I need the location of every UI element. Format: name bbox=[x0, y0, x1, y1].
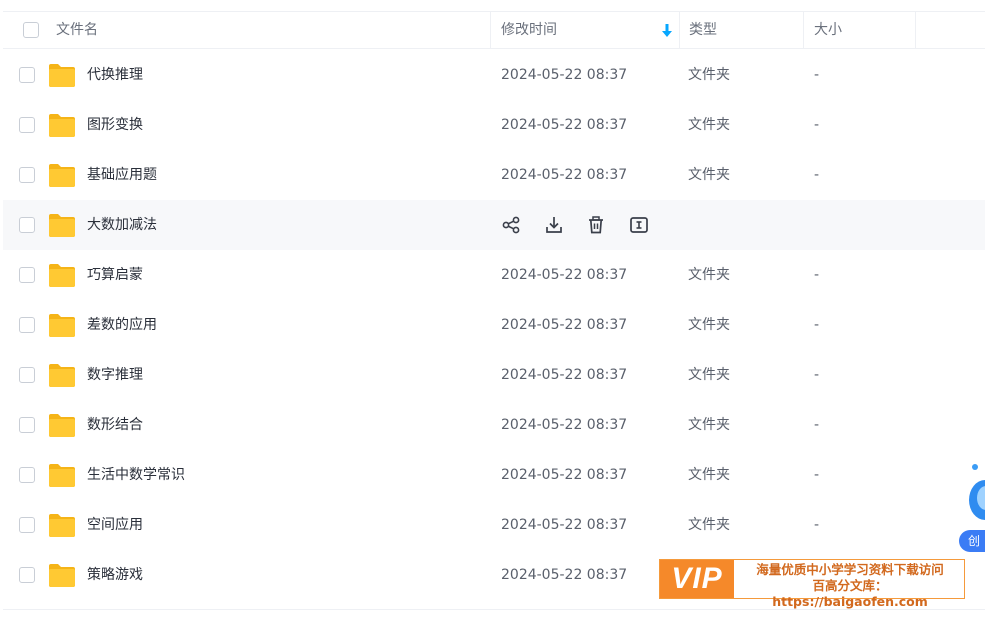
table-row[interactable]: 图形变换 2024-05-22 08:37 文件夹 - bbox=[3, 100, 985, 150]
table-row[interactable]: 代换推理 2024-05-22 08:37 文件夹 - bbox=[3, 50, 985, 100]
file-name[interactable]: 图形变换 bbox=[87, 100, 143, 150]
column-header-time-label: 修改时间 bbox=[501, 22, 557, 38]
column-header-name[interactable]: 文件名 bbox=[56, 12, 98, 49]
file-size: - bbox=[814, 367, 820, 383]
file-type: 文件夹 bbox=[688, 267, 730, 283]
modified-time: 2024-05-22 08:37 bbox=[501, 517, 628, 533]
file-type: 文件夹 bbox=[688, 417, 730, 433]
delete-icon[interactable] bbox=[586, 215, 606, 235]
row-checkbox[interactable] bbox=[19, 317, 35, 333]
file-type: 文件夹 bbox=[688, 117, 730, 133]
assistant-button-label: 创 bbox=[968, 534, 981, 548]
row-checkbox[interactable] bbox=[19, 117, 35, 133]
folder-icon bbox=[48, 162, 76, 188]
column-header-size[interactable]: 大小 bbox=[803, 12, 916, 49]
file-size: - bbox=[814, 117, 820, 133]
assistant-button[interactable]: 创 bbox=[959, 530, 985, 552]
folder-icon bbox=[48, 362, 76, 388]
modified-time: 2024-05-22 08:37 bbox=[501, 417, 628, 433]
column-header-type-label: 类型 bbox=[689, 22, 717, 38]
folder-icon bbox=[48, 512, 76, 538]
table-row[interactable]: 生活中数学常识 2024-05-22 08:37 文件夹 - bbox=[3, 450, 985, 500]
file-size: - bbox=[814, 517, 820, 533]
vip-text: 海量优质中小学学习资料下载访问 百高分文库：https://baigaofen.… bbox=[738, 562, 962, 610]
rename-icon[interactable] bbox=[629, 215, 649, 235]
row-checkbox[interactable] bbox=[19, 267, 35, 283]
file-name[interactable]: 空间应用 bbox=[87, 500, 143, 550]
column-header-type[interactable]: 类型 bbox=[679, 12, 803, 49]
vip-logo: VIP bbox=[660, 560, 734, 598]
row-checkbox[interactable] bbox=[19, 517, 35, 533]
row-checkbox[interactable] bbox=[19, 467, 35, 483]
file-size: - bbox=[814, 317, 820, 333]
modified-time: 2024-05-22 08:37 bbox=[501, 567, 628, 583]
folder-icon bbox=[48, 462, 76, 488]
modified-time: 2024-05-22 08:37 bbox=[501, 267, 628, 283]
modified-time: 2024-05-22 08:37 bbox=[501, 117, 628, 133]
floating-assistant[interactable]: 创 bbox=[959, 462, 985, 552]
file-name[interactable]: 数形结合 bbox=[87, 400, 143, 450]
file-type: 文件夹 bbox=[688, 317, 730, 333]
table-row[interactable]: 差数的应用 2024-05-22 08:37 文件夹 - bbox=[3, 300, 985, 350]
file-name[interactable]: 代换推理 bbox=[87, 50, 143, 100]
assistant-mascot-icon bbox=[969, 464, 985, 520]
file-name[interactable]: 生活中数学常识 bbox=[87, 450, 185, 500]
modified-time: 2024-05-22 08:37 bbox=[501, 317, 628, 333]
table-row[interactable]: 巧算启蒙 2024-05-22 08:37 文件夹 - bbox=[3, 250, 985, 300]
folder-icon bbox=[48, 312, 76, 338]
vip-watermark-banner[interactable]: VIP 海量优质中小学学习资料下载访问 百高分文库：https://baigao… bbox=[659, 559, 965, 609]
row-checkbox[interactable] bbox=[19, 417, 35, 433]
folder-icon bbox=[48, 262, 76, 288]
modified-time: 2024-05-22 08:37 bbox=[501, 467, 628, 483]
file-type: 文件夹 bbox=[688, 167, 730, 183]
file-size: - bbox=[814, 167, 820, 183]
file-name[interactable]: 基础应用题 bbox=[87, 150, 157, 200]
folder-icon bbox=[48, 212, 76, 238]
file-size: - bbox=[814, 467, 820, 483]
row-checkbox[interactable] bbox=[19, 217, 35, 233]
select-all-checkbox[interactable] bbox=[23, 22, 39, 38]
modified-time: 2024-05-22 08:37 bbox=[501, 367, 628, 383]
vip-text-line1: 海量优质中小学学习资料下载访问 bbox=[756, 562, 944, 577]
folder-icon bbox=[48, 112, 76, 138]
vip-text-line2: 百高分文库：https://baigaofen.com bbox=[772, 578, 928, 609]
table-row[interactable]: 数形结合 2024-05-22 08:37 文件夹 - bbox=[3, 400, 985, 450]
modified-time: 2024-05-22 08:37 bbox=[501, 167, 628, 183]
file-name[interactable]: 大数加减法 bbox=[87, 200, 157, 250]
column-header-time[interactable]: 修改时间 bbox=[490, 12, 679, 49]
table-row[interactable]: 基础应用题 2024-05-22 08:37 文件夹 - bbox=[3, 150, 985, 200]
column-header-size-label: 大小 bbox=[814, 22, 842, 38]
row-checkbox[interactable] bbox=[19, 167, 35, 183]
sort-desc-icon[interactable] bbox=[661, 24, 673, 38]
file-type: 文件夹 bbox=[688, 67, 730, 83]
table-row[interactable]: 空间应用 2024-05-22 08:37 文件夹 - bbox=[3, 500, 985, 550]
file-size: - bbox=[814, 417, 820, 433]
file-type: 文件夹 bbox=[688, 517, 730, 533]
table-row[interactable]: 数字推理 2024-05-22 08:37 文件夹 - bbox=[3, 350, 985, 400]
row-checkbox[interactable] bbox=[19, 567, 35, 583]
file-name[interactable]: 巧算启蒙 bbox=[87, 250, 143, 300]
file-size: - bbox=[814, 67, 820, 83]
file-name[interactable]: 差数的应用 bbox=[87, 300, 157, 350]
file-type: 文件夹 bbox=[688, 367, 730, 383]
modified-time: 2024-05-22 08:37 bbox=[501, 67, 628, 83]
table-row[interactable]: 大数加减法 bbox=[3, 200, 985, 250]
folder-icon bbox=[48, 62, 76, 88]
row-checkbox[interactable] bbox=[19, 367, 35, 383]
download-icon[interactable] bbox=[544, 215, 564, 235]
file-name[interactable]: 数字推理 bbox=[87, 350, 143, 400]
row-checkbox[interactable] bbox=[19, 67, 35, 83]
file-type: 文件夹 bbox=[688, 467, 730, 483]
file-list-header: 文件名 修改时间 类型 大小 bbox=[3, 11, 985, 49]
file-size: - bbox=[814, 267, 820, 283]
folder-icon bbox=[48, 562, 76, 588]
file-name[interactable]: 策略游戏 bbox=[87, 550, 143, 600]
folder-icon bbox=[48, 412, 76, 438]
share-icon[interactable] bbox=[501, 215, 521, 235]
